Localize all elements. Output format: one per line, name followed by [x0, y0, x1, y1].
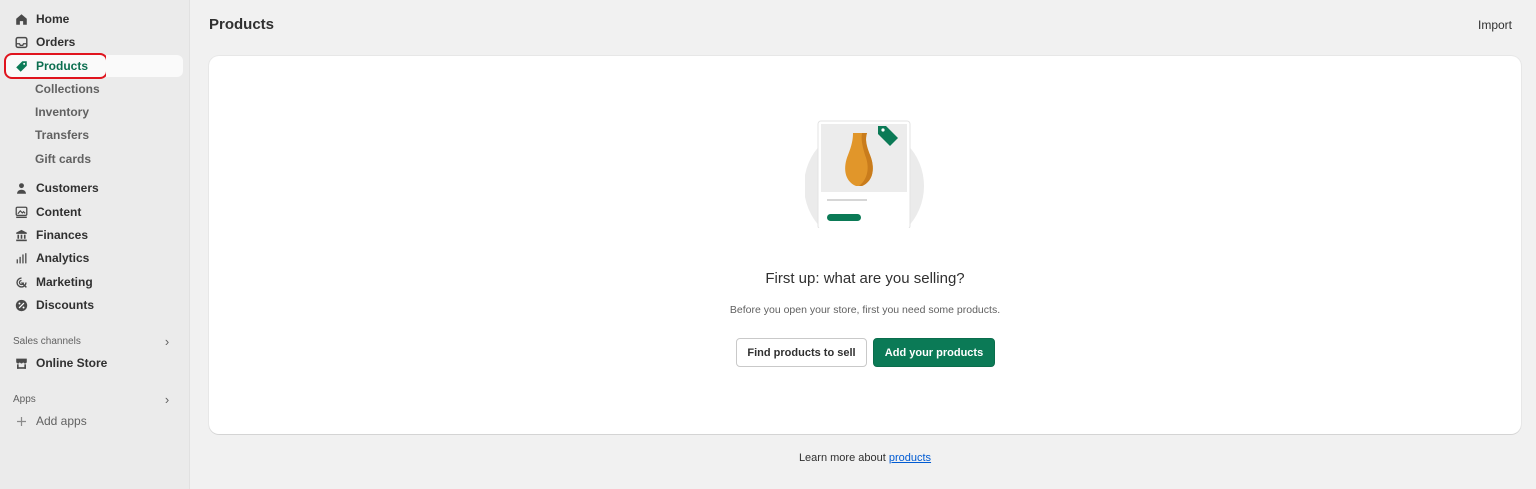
active-row-background — [106, 55, 183, 77]
sidebar-item-content[interactable]: Content — [6, 201, 183, 223]
sidebar-item-finances[interactable]: Finances — [6, 224, 183, 246]
sidebar-item-discounts[interactable]: Discounts — [6, 294, 183, 316]
bar-chart-icon — [13, 250, 29, 266]
sidebar-item-home[interactable]: Home — [6, 8, 183, 30]
apps-chevron-icon[interactable]: › — [161, 391, 173, 407]
sales-channels-chevron-icon[interactable]: › — [161, 333, 173, 349]
sidebar-item-label: Home — [36, 12, 70, 26]
home-icon — [13, 11, 29, 27]
empty-state-card: First up: what are you selling? Before y… — [209, 56, 1521, 434]
sidebar-item-label: Marketing — [36, 275, 93, 289]
sidebar-subitem-collections[interactable]: Collections — [35, 78, 100, 100]
add-products-button[interactable]: Add your products — [873, 338, 995, 367]
sidebar-item-online-store[interactable]: Online Store — [6, 352, 183, 374]
product-illustration — [804, 118, 929, 246]
target-icon — [13, 274, 29, 290]
sidebar-subitem-inventory[interactable]: Inventory — [35, 101, 89, 123]
sidebar-item-label: Analytics — [36, 251, 90, 265]
sidebar-item-analytics[interactable]: Analytics — [6, 247, 183, 269]
discount-icon — [13, 297, 29, 313]
sidebar-item-label: Discounts — [36, 298, 95, 312]
empty-state-subtext: Before you open your store, first you ne… — [729, 304, 1001, 316]
sidebar-item-label: Orders — [36, 35, 76, 49]
person-icon — [13, 180, 29, 196]
sidebar-item-label: Products — [36, 59, 89, 73]
sidebar-item-label: Finances — [36, 228, 89, 242]
sidebar-item-products[interactable]: Products — [4, 53, 108, 79]
sidebar-item-label: Customers — [36, 181, 99, 195]
products-help-link[interactable]: products — [889, 452, 931, 464]
bank-icon — [13, 227, 29, 243]
sidebar-item-label: Content — [36, 205, 82, 219]
import-button[interactable]: Import — [1478, 18, 1512, 32]
sidebar-item-add-apps[interactable]: Add apps — [6, 410, 183, 432]
sidebar-subitem-gift-cards[interactable]: Gift cards — [35, 148, 91, 170]
sidebar-item-label: Online Store — [36, 356, 108, 370]
sidebar: Home Orders Products Collections Invento… — [0, 0, 190, 489]
sidebar-item-customers[interactable]: Customers — [6, 177, 183, 199]
image-icon — [13, 204, 29, 220]
apps-heading: Apps — [13, 393, 36, 405]
find-products-button[interactable]: Find products to sell — [736, 338, 867, 367]
sidebar-item-orders[interactable]: Orders — [6, 31, 183, 53]
empty-state-heading: First up: what are you selling? — [765, 270, 965, 287]
sales-channels-heading: Sales channels — [13, 335, 81, 347]
learn-more-label: Learn more about — [798, 452, 886, 464]
learn-more-text: Learn more about products — [209, 452, 1521, 464]
sidebar-item-label: Add apps — [36, 414, 87, 428]
tag-icon — [13, 58, 29, 74]
page-title: Products — [209, 16, 275, 33]
plus-icon — [13, 413, 29, 429]
inbox-icon — [13, 34, 29, 50]
store-icon — [13, 355, 29, 371]
sidebar-item-marketing[interactable]: Marketing — [6, 271, 183, 293]
sidebar-subitem-transfers[interactable]: Transfers — [35, 124, 89, 146]
